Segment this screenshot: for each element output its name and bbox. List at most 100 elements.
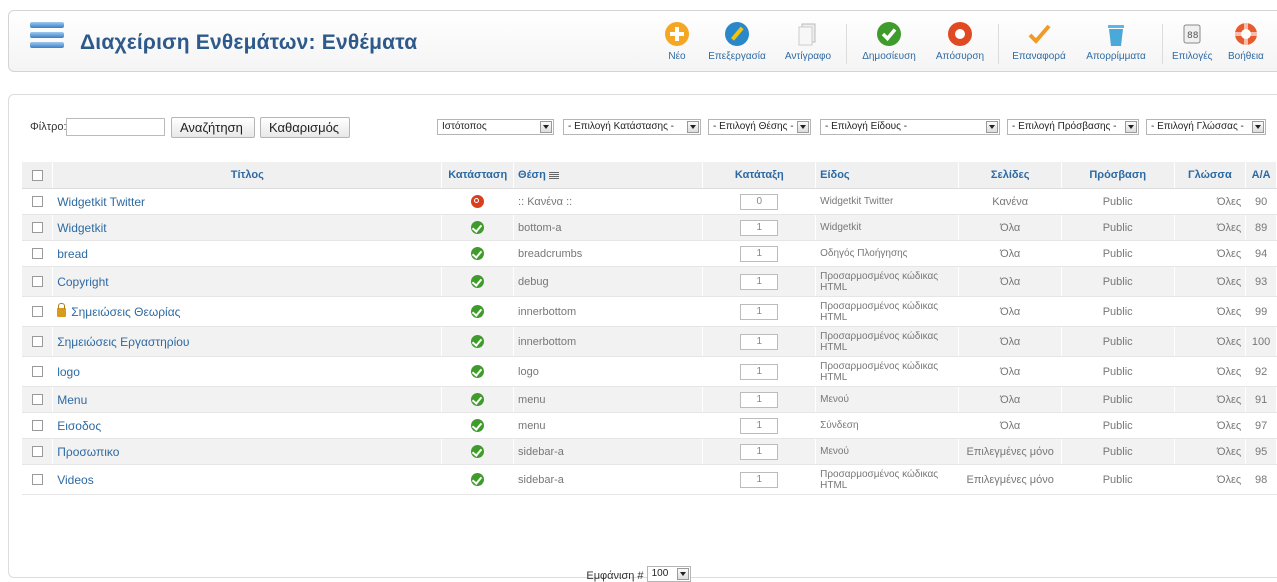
chevron-down-icon <box>986 121 998 133</box>
module-title-link[interactable]: bread <box>57 247 88 261</box>
ordering-input[interactable]: 1 <box>740 219 779 236</box>
published-icon[interactable] <box>471 393 485 406</box>
column-title[interactable]: Τίτλος <box>52 162 443 189</box>
chevron-down-icon <box>687 121 699 133</box>
ordering-input[interactable]: 1 <box>740 391 779 408</box>
column-access[interactable]: Πρόσβαση <box>1061 162 1175 189</box>
column-pages[interactable]: Σελίδες <box>958 162 1062 189</box>
type-select[interactable]: - Επιλογή Είδους - <box>820 119 1000 135</box>
id-cell: 92 <box>1245 356 1277 387</box>
search-button[interactable]: Αναζήτηση <box>171 117 255 138</box>
published-icon[interactable] <box>471 275 485 288</box>
row-checkbox[interactable] <box>31 366 43 378</box>
row-checkbox[interactable] <box>31 336 43 348</box>
toolbar: Νέο Επεξεργασία Αντίγραφο Δημοσίευση Από… <box>0 20 1277 72</box>
publish-button[interactable]: Δημοσίευση <box>858 20 920 62</box>
ordering-input[interactable]: 1 <box>740 471 779 488</box>
published-icon[interactable] <box>471 221 485 234</box>
access-cell: Public <box>1061 438 1175 465</box>
language-cell: Όλες <box>1174 296 1247 327</box>
published-icon[interactable] <box>471 419 485 432</box>
ordering-cell: 1 <box>702 356 817 387</box>
select-all-checkbox[interactable] <box>31 169 43 181</box>
edit-button[interactable]: Επεξεργασία <box>706 20 768 62</box>
clear-button[interactable]: Καθαρισμός <box>260 117 350 138</box>
pencil-icon <box>725 22 749 46</box>
module-title-link[interactable]: logo <box>57 365 80 379</box>
pages-cell: Όλα <box>958 296 1062 327</box>
unpublish-button[interactable]: Απόσυρση <box>934 20 986 62</box>
filter-label: Φίλτρο: <box>30 121 67 133</box>
language-select[interactable]: - Επιλογή Γλώσσας - <box>1146 119 1266 135</box>
module-title-link[interactable]: Widgetkit Twitter <box>57 195 145 209</box>
ordering-input[interactable]: 1 <box>740 363 779 380</box>
row-checkbox[interactable] <box>31 196 43 208</box>
language-cell: Όλες <box>1174 240 1247 267</box>
position-cell: sidebar-a <box>513 438 704 465</box>
restore-button[interactable]: Επαναφορά <box>1008 20 1070 62</box>
row-checkbox[interactable] <box>31 222 43 234</box>
ordering-input[interactable]: 0 <box>740 193 779 210</box>
options-button[interactable]: 88 Επιλογές <box>1172 20 1212 62</box>
type-cell: Μενού <box>815 386 960 413</box>
status-cell <box>441 386 515 413</box>
row-checkbox[interactable] <box>31 276 43 288</box>
published-icon[interactable] <box>471 365 485 378</box>
ordering-input[interactable]: 1 <box>740 443 779 460</box>
help-button[interactable]: Βοήθεια <box>1228 20 1277 62</box>
module-title-link[interactable]: Copyright <box>57 275 108 289</box>
row-select-cell <box>22 438 54 465</box>
site-select[interactable]: Ιστότοπος <box>437 119 554 135</box>
row-checkbox[interactable] <box>31 394 43 406</box>
module-title-link[interactable]: Προσωπικο <box>57 445 119 459</box>
ordering-input[interactable]: 1 <box>740 273 779 290</box>
title-cell: Εισοδος <box>52 412 443 439</box>
column-language[interactable]: Γλώσσα <box>1174 162 1247 189</box>
ordering-input[interactable]: 1 <box>740 303 779 320</box>
published-icon[interactable] <box>471 473 485 486</box>
display-limit-value: 100 <box>651 568 669 579</box>
row-select-cell <box>22 386 54 413</box>
module-title-link[interactable]: Σημειώσεις Θεωρίας <box>71 305 180 319</box>
module-title-link[interactable]: Videos <box>57 473 93 487</box>
row-checkbox[interactable] <box>31 446 43 458</box>
published-icon[interactable] <box>471 335 485 348</box>
position-select[interactable]: - Επιλογή Θέσης - <box>708 119 811 135</box>
column-ordering[interactable]: Κατάταξη <box>702 162 817 189</box>
column-position[interactable]: Θέση <box>513 162 704 189</box>
module-title-link[interactable]: Widgetkit <box>57 221 106 235</box>
select-all-cell <box>22 162 54 189</box>
display-limit-select[interactable]: 100 <box>646 566 691 582</box>
row-checkbox[interactable] <box>31 306 43 318</box>
published-icon[interactable] <box>471 305 485 318</box>
title-cell: logo <box>52 356 443 387</box>
filter-search-input[interactable] <box>66 118 165 136</box>
ordering-input[interactable]: 1 <box>740 245 779 262</box>
type-select-value: - Επιλογή Είδους - <box>825 121 908 132</box>
module-title-link[interactable]: Εισοδος <box>57 419 101 433</box>
module-title-link[interactable]: Σημειώσεις Εργαστηρίου <box>57 335 189 349</box>
access-select[interactable]: - Επιλογή Πρόσβασης - <box>1007 119 1139 135</box>
table-row: bread breadcrumbs 1 Οδηγός Πλοήγησης Όλα Publ… <box>22 240 1277 267</box>
trash-button[interactable]: Απορρίμματα <box>1084 20 1148 62</box>
ordering-input[interactable]: 1 <box>740 333 779 350</box>
status-cell <box>441 214 515 241</box>
published-icon[interactable] <box>471 445 485 458</box>
copy-button[interactable]: Αντίγραφο <box>782 20 834 62</box>
unpublished-icon[interactable] <box>471 195 485 208</box>
row-checkbox[interactable] <box>31 474 43 486</box>
language-select-value: - Επιλογή Γλώσσας - <box>1151 121 1244 132</box>
column-status[interactable]: Κατάσταση <box>441 162 515 189</box>
svg-text:88: 88 <box>1187 31 1199 41</box>
row-checkbox[interactable] <box>31 248 43 260</box>
type-cell: Μενού <box>815 438 960 465</box>
published-icon[interactable] <box>471 247 485 260</box>
language-cell: Όλες <box>1174 266 1247 297</box>
row-checkbox[interactable] <box>31 420 43 432</box>
new-button[interactable]: Νέο <box>662 20 692 62</box>
module-title-link[interactable]: Menu <box>57 393 87 407</box>
state-select[interactable]: - Επιλογή Κατάστασης - <box>563 119 701 135</box>
column-type[interactable]: Είδος <box>815 162 960 189</box>
column-id[interactable]: Α/Α <box>1245 162 1277 189</box>
ordering-input[interactable]: 1 <box>740 417 779 434</box>
